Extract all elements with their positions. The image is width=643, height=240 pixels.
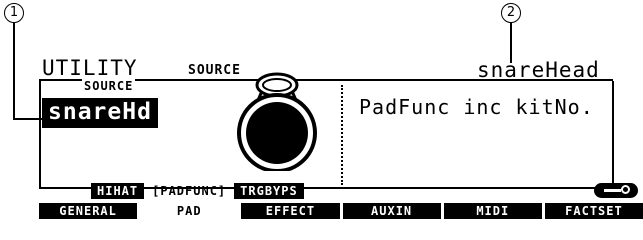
- callout-2: 2: [501, 3, 521, 23]
- drum-pad-icon: [237, 72, 317, 171]
- lcd-screen: UTILITY SOURCE snareHead SOURCE snareHd …: [36, 55, 643, 225]
- source-label: SOURCE: [82, 79, 136, 93]
- tab-midi[interactable]: MIDI: [440, 203, 542, 219]
- tab-effect[interactable]: EFFECT: [238, 203, 339, 219]
- main-tab-bar: GENERAL PAD EFFECT AUXIN MIDI FACTSET: [36, 203, 643, 219]
- subtab-padfunc[interactable]: [PADFUNC]: [146, 183, 232, 199]
- sub-tabs: HIHAT [PADFUNC] TRGBYPS: [91, 183, 306, 199]
- callout-1: 1: [4, 3, 24, 23]
- source-value[interactable]: snareHd: [42, 98, 158, 128]
- divider: [341, 85, 343, 185]
- subtab-trgbyps[interactable]: TRGBYPS: [234, 183, 304, 199]
- callout-1-line: [13, 23, 15, 119]
- tab-general[interactable]: GENERAL: [36, 203, 137, 219]
- tab-factset[interactable]: FACTSET: [541, 203, 643, 219]
- key-lock-icon: [594, 183, 638, 198]
- page-title: UTILITY: [42, 56, 138, 80]
- tab-auxin[interactable]: AUXIN: [339, 203, 441, 219]
- tab-pad[interactable]: PAD: [137, 203, 239, 219]
- pad-function-value[interactable]: PadFunc inc kitNo.: [359, 95, 594, 119]
- subtab-hihat[interactable]: HIHAT: [91, 183, 145, 199]
